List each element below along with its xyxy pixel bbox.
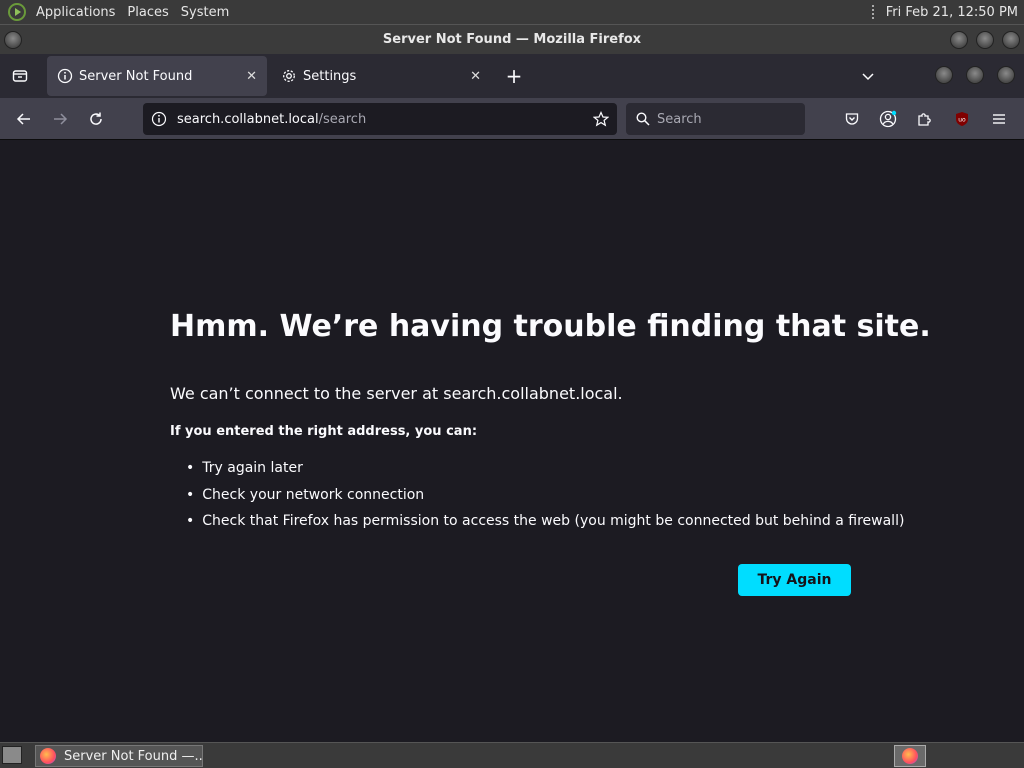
bookmark-star-icon[interactable] xyxy=(593,111,609,127)
extensions-puzzle-icon[interactable] xyxy=(910,105,938,133)
new-tab-icon[interactable]: + xyxy=(500,62,528,90)
places-menu[interactable]: Places xyxy=(121,5,174,20)
gear-icon xyxy=(281,68,297,84)
reload-icon[interactable] xyxy=(82,105,110,133)
system-menu[interactable]: System xyxy=(175,5,235,20)
tab-strip-maximize-button[interactable] xyxy=(966,66,984,84)
tab-strip: Server Not Found ✕ Settings ✕ + xyxy=(0,54,1024,98)
error-title: Hmm. We’re having trouble finding that s… xyxy=(170,309,931,344)
info-icon xyxy=(57,68,73,84)
error-subheading: If you entered the right address, you ca… xyxy=(170,424,478,439)
list-item: Check that Firefox has permission to acc… xyxy=(186,508,904,535)
applications-menu[interactable]: Applications xyxy=(30,5,121,20)
search-icon xyxy=(636,112,650,126)
list-item: Try again later xyxy=(186,455,904,482)
navigation-toolbar: search.collabnet.local/search Search uo xyxy=(0,98,1024,140)
maximize-button[interactable] xyxy=(976,31,994,49)
back-arrow-icon[interactable] xyxy=(10,105,38,133)
taskbar-firefox-window[interactable]: Server Not Found —... xyxy=(35,745,203,767)
url-bar[interactable]: search.collabnet.local/search xyxy=(143,103,617,135)
tab-strip-minimize-button[interactable] xyxy=(935,66,953,84)
suggestion-list: Try again later Check your network conne… xyxy=(186,455,904,535)
window-titlebar[interactable]: Server Not Found — Mozilla Firefox xyxy=(0,24,1024,54)
url-host: search.collabnet.local xyxy=(177,111,319,127)
hamburger-menu-icon[interactable] xyxy=(985,105,1013,133)
window-title: Server Not Found — Mozilla Firefox xyxy=(382,32,642,47)
tab-strip-close-button[interactable] xyxy=(997,66,1015,84)
site-info-icon[interactable] xyxy=(151,111,167,127)
pocket-icon[interactable] xyxy=(838,105,866,133)
search-placeholder: Search xyxy=(657,111,702,127)
tab-server-not-found[interactable]: Server Not Found ✕ xyxy=(47,56,267,96)
firefox-icon xyxy=(902,748,918,764)
distro-logo-icon[interactable] xyxy=(8,3,26,21)
firefox-icon xyxy=(40,748,56,764)
close-tab-icon[interactable]: ✕ xyxy=(470,69,481,84)
error-description: We can’t connect to the server at search… xyxy=(170,384,623,403)
list-all-tabs-icon[interactable] xyxy=(854,62,882,90)
close-window-button[interactable] xyxy=(1002,31,1020,49)
svg-text:uo: uo xyxy=(958,117,966,124)
clock-text: Fri Feb 21, 12:50 PM xyxy=(885,4,1018,20)
tab-settings[interactable]: Settings ✕ xyxy=(271,56,491,96)
window-menu-button[interactable] xyxy=(4,31,22,49)
list-item: Check your network connection xyxy=(186,482,904,509)
error-page: Hmm. We’re having trouble finding that s… xyxy=(0,141,1024,742)
desktop-taskbar: Server Not Found —... xyxy=(0,742,1024,768)
minimize-button[interactable] xyxy=(950,31,968,49)
firefox-view-icon[interactable] xyxy=(6,62,34,90)
account-icon[interactable] xyxy=(874,105,902,133)
panel-separator xyxy=(871,5,876,19)
tab-label: Settings xyxy=(303,68,357,84)
panel-clock[interactable]: Fri Feb 21, 12:50 PM xyxy=(871,4,1024,20)
show-desktop-icon[interactable] xyxy=(2,746,22,764)
tab-label: Server Not Found xyxy=(79,68,193,84)
forward-arrow-icon[interactable] xyxy=(46,105,74,133)
workspace-switcher[interactable] xyxy=(894,745,926,767)
ublock-origin-icon[interactable]: uo xyxy=(948,105,976,133)
try-again-button[interactable]: Try Again xyxy=(738,564,851,596)
close-tab-icon[interactable]: ✕ xyxy=(246,69,257,84)
url-path: /search xyxy=(318,111,367,127)
task-label: Server Not Found —... xyxy=(64,748,203,764)
search-bar[interactable]: Search xyxy=(626,103,805,135)
desktop-top-panel: Applications Places System Fri Feb 21, 1… xyxy=(0,0,1024,24)
